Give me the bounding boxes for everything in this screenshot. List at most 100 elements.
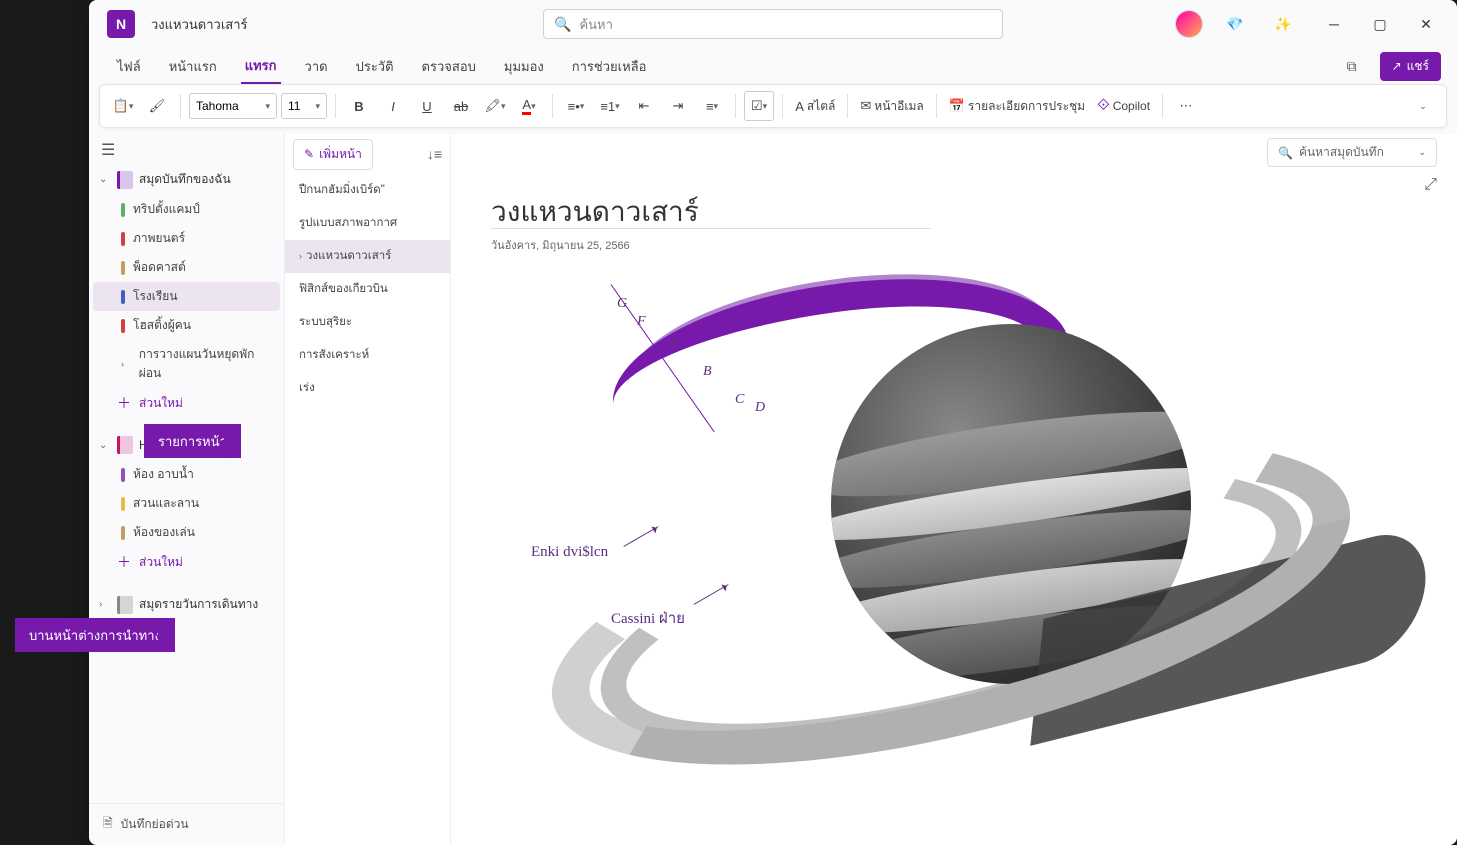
ribbon-tabs: ไฟล์ หน้าแรก แทรก วาด ประวัติ ตรวจสอบ มุ… [89, 48, 1457, 84]
page-item[interactable]: ฟิสิกส์ของเกียวบิน [285, 273, 450, 306]
sparkle-icon[interactable]: ✨ [1263, 4, 1303, 44]
page-item[interactable]: เร่ง [285, 372, 450, 405]
tab-file[interactable]: ไฟล์ [113, 50, 145, 83]
search-icon: 🔍 [554, 16, 571, 33]
pages-sidebar: ✎ เพิ่มหน้า ↓≡ ปีกนกฮัมมิ่งเบิร์ด" รูปแบ… [285, 134, 451, 845]
note-canvas[interactable]: 🔍 ค้นหาสมุดบันทึก ⌄ ⤢ วงแหวนดาวเสาร์ วัน… [451, 134, 1457, 845]
expand-canvas-button[interactable]: ⤢ [1424, 176, 1437, 194]
notebook-icon [117, 171, 133, 189]
notebook-header-1[interactable]: ⌄ สมุดบันทึกของฉัน [89, 164, 284, 195]
notebook-name: สมุดบันทึกของฉัน [139, 170, 231, 189]
edit-icon: ✎ [304, 147, 314, 161]
meeting-details-button[interactable]: 📅รายละเอียดการประชุม [945, 91, 1089, 121]
sort-pages-button[interactable]: ↓≡ [427, 146, 442, 162]
notebook-header-3[interactable]: › สมุดรายวันการเดินทาง [89, 589, 284, 620]
font-family-select[interactable]: Tahoma▾ [189, 93, 277, 119]
chevron-right-icon: › [121, 359, 131, 369]
bullets-button[interactable]: ≡•▾ [561, 91, 591, 121]
add-section-button-1[interactable]: ＋ส่วนใหม่ [89, 388, 284, 418]
numbering-button[interactable]: ≡1▾ [595, 91, 625, 121]
callout-pages-list: รายการหน้า [144, 424, 241, 458]
notebook-icon [117, 436, 133, 454]
ribbon-toolbar: 📋▾ 🖌 Tahoma▾ 11▾ B I U ab 🖍▾ A▾ ≡•▾ ≡1▾ … [99, 84, 1447, 128]
page-date: วันอังคาร, มิถุนายน 25, 2566 [491, 236, 630, 254]
tab-view[interactable]: มุมมอง [500, 50, 548, 83]
document-title: วงแหวนดาวเสาร์ [151, 14, 247, 35]
title-underline [491, 228, 931, 229]
search-box[interactable]: 🔍 ค้นหา [543, 9, 1003, 39]
search-placeholder: ค้นหา [579, 14, 612, 35]
styles-button[interactable]: Aสไตล์ [791, 91, 839, 121]
font-color-button[interactable]: A▾ [514, 91, 544, 121]
search-notes-box[interactable]: 🔍 ค้นหาสมุดบันทึก ⌄ [1267, 138, 1437, 167]
copilot-icon: ⟐ [1097, 97, 1110, 115]
callout-nav-pane: บานหน้าต่างการนำทาง [15, 618, 175, 652]
tab-insert[interactable]: แทรก [241, 49, 281, 84]
page-item[interactable]: ระบบสุริยะ [285, 306, 450, 339]
section-playroom[interactable]: ห้องของเล่น [89, 518, 284, 547]
ring-label-a: A [669, 336, 678, 352]
copilot-button[interactable]: ⟐Copilot [1093, 91, 1154, 121]
chevron-right-icon: › [299, 251, 302, 261]
ribbon-expand-button[interactable]: ⌄ [1408, 91, 1438, 121]
avatar[interactable] [1175, 10, 1203, 38]
section-school[interactable]: โรงเรียน [93, 282, 280, 311]
page-item-selected[interactable]: ›วงแหวนดาวเสาร์ [285, 240, 450, 273]
share-button[interactable]: ↗ แชร์ [1380, 52, 1441, 81]
bold-button[interactable]: B [344, 91, 374, 121]
page-item[interactable]: การสังเคราะห์ [285, 339, 450, 372]
section-camping[interactable]: ทริปตั้งแคมป์ [89, 195, 284, 224]
section-group-vacation[interactable]: ›การวางแผนวันหยุดพักผ่อน [89, 340, 284, 388]
page-item[interactable]: ปีกนกฮัมมิ่งเบิร์ด" [285, 174, 450, 207]
unfiled-notes-button[interactable]: 🗎 บันทึกย่อด่วน [89, 803, 284, 845]
tab-home[interactable]: หน้าแรก [165, 50, 221, 83]
share-icon: ↗ [1392, 59, 1402, 73]
more-options-button[interactable]: ⋯ [1171, 91, 1201, 121]
tab-draw[interactable]: วาด [301, 50, 332, 83]
ring-label-d: D [755, 400, 765, 416]
outdent-button[interactable]: ⇤ [629, 91, 659, 121]
section-podcasts[interactable]: พ็อดคาสต์ [89, 253, 284, 282]
todo-tag-button[interactable]: ☑▾ [744, 91, 774, 121]
share-label: แชร์ [1407, 57, 1429, 76]
font-size-select[interactable]: 11▾ [281, 93, 327, 119]
onenote-window: N วงแหวนดาวเสาร์ 🔍 ค้นหา 💎 ✨ ─ ▢ ✕ ไฟล์ … [89, 0, 1457, 845]
section-bathroom[interactable]: ห้อง อาบน้ำ [89, 460, 284, 489]
content-area: ☰ ⌄ สมุดบันทึกของฉัน ทริปตั้งแคมป์ ภาพยน… [89, 134, 1457, 845]
nav-toggle-button[interactable]: ☰ [101, 140, 115, 160]
indent-button[interactable]: ⇥ [663, 91, 693, 121]
ring-label-c: C [735, 392, 744, 408]
paste-button[interactable]: 📋▾ [108, 91, 138, 121]
notebook-icon [117, 596, 133, 614]
tab-help[interactable]: การช่วยเหลือ [568, 50, 651, 83]
tab-review[interactable]: ตรวจสอบ [418, 50, 480, 83]
page-item[interactable]: รูปแบบสภาพอากาศ [285, 207, 450, 240]
highlight-button[interactable]: 🖍▾ [480, 91, 510, 121]
align-button[interactable]: ≡▾ [697, 91, 727, 121]
section-movies[interactable]: ภาพยนตร์ [89, 224, 284, 253]
strikethrough-button[interactable]: ab [446, 91, 476, 121]
close-button[interactable]: ✕ [1403, 4, 1449, 44]
italic-button[interactable]: I [378, 91, 408, 121]
app-icon: N [107, 10, 135, 38]
fullscreen-icon[interactable]: ⧉ [1332, 46, 1372, 86]
format-painter-button[interactable]: 🖌 [142, 91, 172, 121]
premium-icon[interactable]: 💎 [1215, 4, 1255, 44]
annotation-enki: Enki dvi$lcn [531, 544, 608, 561]
section-garden[interactable]: สวนและลาน [89, 489, 284, 518]
ring-label-b: B [703, 364, 712, 380]
add-section-button-2[interactable]: ＋ส่วนใหม่ [89, 547, 284, 577]
chevron-down-icon: ⌄ [99, 440, 111, 451]
add-page-button[interactable]: ✎ เพิ่มหน้า [293, 139, 373, 170]
email-page-button[interactable]: ✉หน้าอีเมล [856, 91, 927, 121]
maximize-button[interactable]: ▢ [1357, 4, 1403, 44]
minimize-button[interactable]: ─ [1311, 4, 1357, 44]
underline-button[interactable]: U [412, 91, 442, 121]
search-icon: 🔍 [1278, 146, 1293, 160]
saturn-illustration: G F A B C D Enki dvi$lcn Cassini ฝ่าย [511, 274, 1391, 845]
section-hosting[interactable]: โฮสติ้งผู้คน [89, 311, 284, 340]
ring-label-f: F [637, 314, 646, 330]
chevron-down-icon: ⌄ [99, 174, 111, 185]
tab-history[interactable]: ประวัติ [352, 50, 398, 83]
plus-icon: ＋ [117, 552, 131, 572]
